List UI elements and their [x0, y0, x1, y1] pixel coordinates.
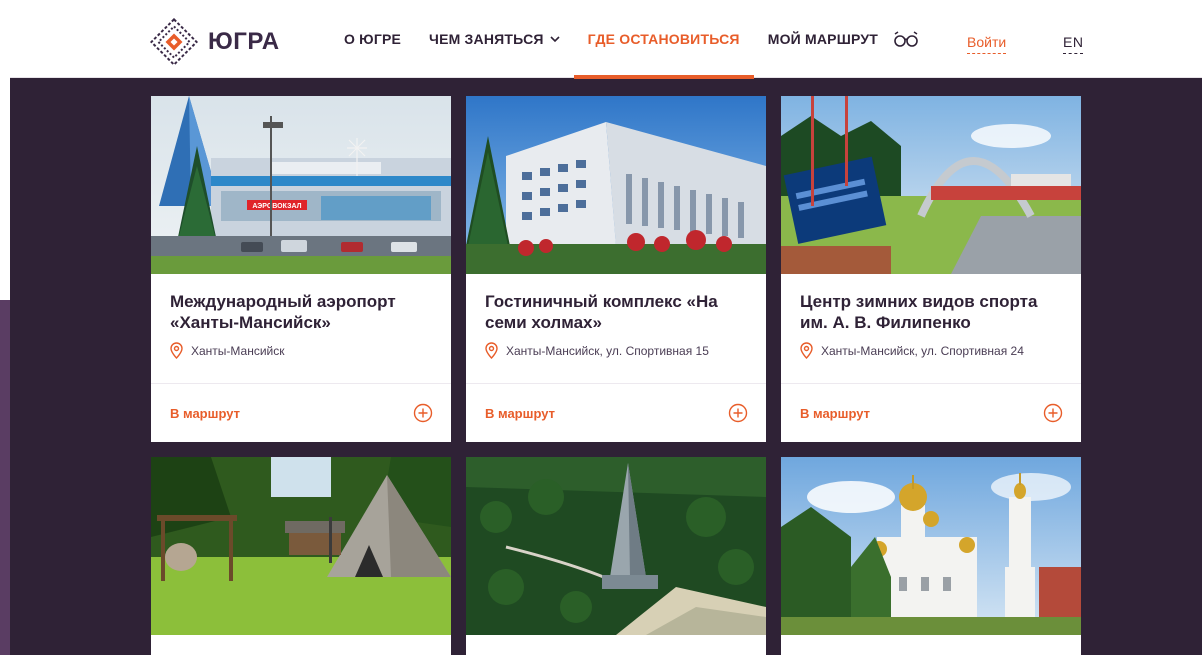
card-body	[151, 635, 451, 655]
card-photo-camp	[151, 457, 451, 635]
site-header: ЮГРА О ЮГРЕ ЧЕМ ЗАНЯТЬСЯ ГДЕ ОСТАНОВИТЬС…	[10, 0, 1202, 79]
logo[interactable]: ЮГРА	[150, 18, 280, 66]
add-to-route-link[interactable]: В маршрут	[800, 406, 870, 421]
card-photo-sports-center	[781, 96, 1081, 274]
card-location-text: Ханты-Мансийск, ул. Спортивная 24	[821, 343, 1024, 358]
logo-text: ЮГРА	[208, 28, 280, 55]
card-footer: В маршрут	[466, 384, 766, 442]
nav-item-my-route[interactable]: МОЙ МАРШРУТ	[754, 0, 892, 78]
nav-item-about[interactable]: О ЮГРЕ	[330, 0, 415, 78]
card-body: Центр зимних видов спорта им. А. В. Фили…	[781, 274, 1081, 384]
card-title[interactable]: Гостиничный комплекс «На семи холмах»	[485, 291, 747, 333]
card-title[interactable]: Международный аэропорт «Ханты-Мансийск»	[170, 291, 432, 333]
card-body: Международный аэропорт «Ханты-Мансийск» …	[151, 274, 451, 384]
logo-mark-icon	[150, 18, 198, 66]
plus-circle-icon[interactable]	[1043, 403, 1063, 423]
card-photo-airport: АЭРОВОКЗАЛ	[151, 96, 451, 274]
nav-item-label: ГДЕ ОСТАНОВИТЬСЯ	[587, 31, 740, 47]
places-grid: АЭРОВОКЗАЛ Международный аэропорт «Ханты…	[151, 96, 1081, 655]
location-pin-icon	[170, 342, 183, 359]
language-switch[interactable]: EN	[1063, 34, 1084, 54]
card-body: Гостиничный комплекс «На семи холмах» Ха…	[466, 274, 766, 384]
location-pin-icon	[485, 342, 498, 359]
place-card[interactable]	[781, 457, 1081, 655]
card-location-text: Ханты-Мансийск	[191, 343, 285, 358]
place-card[interactable]: Центр зимних видов спорта им. А. В. Фили…	[781, 96, 1081, 442]
place-card[interactable]	[466, 457, 766, 655]
place-card[interactable]: АЭРОВОКЗАЛ Международный аэропорт «Ханты…	[151, 96, 451, 442]
main-nav: О ЮГРЕ ЧЕМ ЗАНЯТЬСЯ ГДЕ ОСТАНОВИТЬСЯ МОЙ…	[330, 0, 892, 79]
location-pin-icon	[800, 342, 813, 359]
card-footer: В маршрут	[151, 384, 451, 442]
card-photo-monument	[466, 457, 766, 635]
nav-item-where-to-stay[interactable]: ГДЕ ОСТАНОВИТЬСЯ	[573, 0, 754, 79]
login-link[interactable]: Войти	[967, 34, 1007, 54]
card-body	[466, 635, 766, 655]
card-photo-cathedral	[781, 457, 1081, 635]
nav-item-label: О ЮГРЕ	[344, 31, 402, 47]
card-footer: В маршрут	[781, 384, 1081, 442]
card-location: Ханты-Мансийск, ул. Спортивная 15	[485, 342, 747, 359]
add-to-route-link[interactable]: В маршрут	[485, 406, 555, 421]
glasses-icon[interactable]	[893, 30, 919, 48]
place-card[interactable]: Гостиничный комплекс «На семи холмах» Ха…	[466, 96, 766, 442]
nav-item-label: ЧЕМ ЗАНЯТЬСЯ	[429, 31, 544, 47]
page-left-edge	[0, 0, 10, 300]
card-location-text: Ханты-Мансийск, ул. Спортивная 15	[506, 343, 709, 358]
card-location: Ханты-Мансийск, ул. Спортивная 24	[800, 342, 1062, 359]
page-left-edge-purple	[0, 300, 10, 655]
card-body	[781, 635, 1081, 655]
nav-item-label: МОЙ МАРШРУТ	[767, 31, 878, 47]
add-to-route-link[interactable]: В маршрут	[170, 406, 240, 421]
plus-circle-icon[interactable]	[413, 403, 433, 423]
place-card[interactable]	[151, 457, 451, 655]
card-photo-hotel	[466, 96, 766, 274]
nav-item-activities[interactable]: ЧЕМ ЗАНЯТЬСЯ	[415, 0, 574, 78]
plus-circle-icon[interactable]	[728, 403, 748, 423]
airport-sign-text: АЭРОВОКЗАЛ	[252, 203, 301, 210]
card-title[interactable]: Центр зимних видов спорта им. А. В. Фили…	[800, 291, 1062, 333]
card-location: Ханты-Мансийск	[170, 342, 432, 359]
chevron-down-icon	[550, 32, 560, 46]
